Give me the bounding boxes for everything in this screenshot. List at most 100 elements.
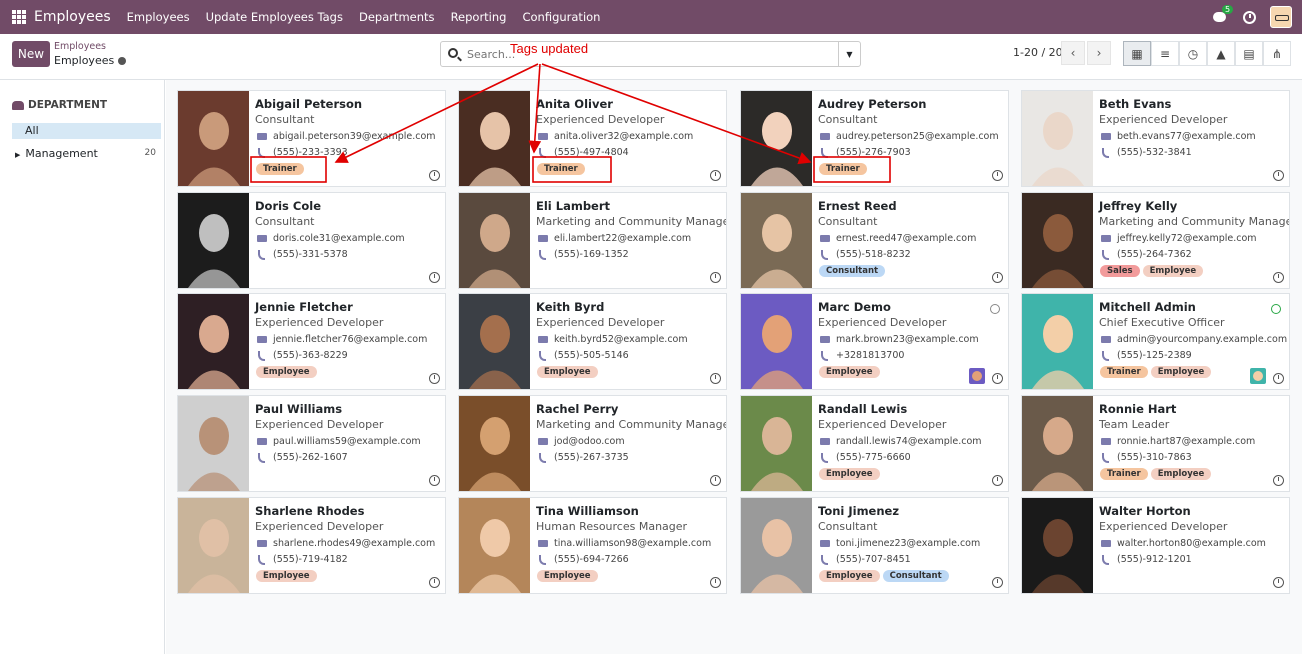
employee-name[interactable]: Walter Horton xyxy=(1099,504,1285,519)
employee-name[interactable]: Paul Williams xyxy=(255,402,441,417)
activity-clock-icon[interactable] xyxy=(992,272,1003,283)
employee-name[interactable]: Abigail Peterson xyxy=(255,97,441,112)
employee-email: walter.horton80@example.com xyxy=(1117,538,1266,549)
chat-icon[interactable]: 5 xyxy=(1213,5,1234,24)
employee-card[interactable]: Paul Williams Experienced Developer paul.w… xyxy=(177,395,446,492)
pager-next-button[interactable]: › xyxy=(1087,41,1111,65)
employee-card[interactable]: Doris Cole Consultant doris.cole31@example… xyxy=(177,192,446,289)
activity-clock-icon[interactable] xyxy=(710,272,721,283)
employee-name[interactable]: Eli Lambert xyxy=(536,199,722,214)
employee-card[interactable]: Rachel Perry Marketing and Community Mana… xyxy=(458,395,727,492)
employee-job-title: Human Resources Manager xyxy=(536,520,688,533)
activity-view-button[interactable]: ◷ xyxy=(1179,41,1207,66)
activity-clock-icon[interactable] xyxy=(710,577,721,588)
new-button[interactable]: New xyxy=(12,41,50,67)
employee-card[interactable]: Toni Jimenez Consultant toni.jimenez23@exa… xyxy=(740,497,1009,594)
envelope-icon xyxy=(820,438,830,445)
activity-clock-icon[interactable] xyxy=(1243,10,1256,24)
hierarchy-view-button[interactable]: ⋔ xyxy=(1263,41,1291,66)
activity-clock-icon[interactable] xyxy=(1273,475,1284,486)
employee-name[interactable]: Tina Williamson xyxy=(536,504,722,519)
activity-clock-icon[interactable] xyxy=(710,373,721,384)
menu-configuration[interactable]: Configuration xyxy=(522,10,600,24)
employee-card[interactable]: Marc Demo Experienced Developer mark.brown… xyxy=(740,293,1009,390)
employee-photo xyxy=(178,294,249,389)
pager-prev-button[interactable]: ‹ xyxy=(1061,41,1085,65)
gear-icon[interactable] xyxy=(118,57,127,65)
employee-name[interactable]: Ronnie Hart xyxy=(1099,402,1285,417)
employee-card[interactable]: Jeffrey Kelly Marketing and Community Man… xyxy=(1021,192,1290,289)
employee-card[interactable]: Audrey Peterson Consultant audrey.peterson… xyxy=(740,90,1009,187)
employee-card[interactable]: Sharlene Rhodes Experienced Developer shar… xyxy=(177,497,446,594)
employee-name[interactable]: Ernest Reed xyxy=(818,199,1004,214)
employee-card[interactable]: Randall Lewis Experienced Developer randal… xyxy=(740,395,1009,492)
activity-clock-icon[interactable] xyxy=(429,373,440,384)
tag-badge: Trainer xyxy=(537,163,585,175)
menu-departments[interactable]: Departments xyxy=(359,10,435,24)
employee-card[interactable]: Abigail Peterson Consultant abigail.peters… xyxy=(177,90,446,187)
breadcrumb-parent[interactable]: Employees xyxy=(54,41,106,52)
employee-card[interactable]: Ronnie Hart Team Leader ronnie.hart87@exam… xyxy=(1021,395,1290,492)
employee-card[interactable]: Keith Byrd Experienced Developer keith.byr… xyxy=(458,293,727,390)
employee-card[interactable]: Ernest Reed Consultant ernest.reed47@examp… xyxy=(740,192,1009,289)
phone-icon xyxy=(821,453,828,463)
graph-view-button[interactable]: ▲ xyxy=(1207,41,1235,66)
employee-card[interactable]: Eli Lambert Marketing and Community Manag… xyxy=(458,192,727,289)
employee-name[interactable]: Jennie Fletcher xyxy=(255,300,441,315)
employee-card[interactable]: Beth Evans Experienced Developer beth.evan… xyxy=(1021,90,1290,187)
employee-name[interactable]: Marc Demo xyxy=(818,300,1004,315)
activity-clock-icon[interactable] xyxy=(429,475,440,486)
employee-name[interactable]: Beth Evans xyxy=(1099,97,1285,112)
activity-clock-icon[interactable] xyxy=(710,475,721,486)
employee-name[interactable]: Mitchell Admin xyxy=(1099,300,1285,315)
activity-clock-icon[interactable] xyxy=(1273,170,1284,181)
employee-card[interactable]: Mitchell Admin Chief Executive Officer adm… xyxy=(1021,293,1290,390)
activity-clock-icon[interactable] xyxy=(992,373,1003,384)
employee-name[interactable]: Doris Cole xyxy=(255,199,441,214)
pager-value[interactable]: 1-20 / 20 xyxy=(1013,46,1063,59)
activity-clock-icon[interactable] xyxy=(710,170,721,181)
sidebar-item-management[interactable]: ▶ Management 20 xyxy=(15,147,156,160)
employee-name[interactable]: Jeffrey Kelly xyxy=(1099,199,1285,214)
employee-name[interactable]: Audrey Peterson xyxy=(818,97,1004,112)
activity-clock-icon[interactable] xyxy=(1273,272,1284,283)
menu-update-employees-tags[interactable]: Update Employees Tags xyxy=(206,10,343,24)
employee-tags: Trainer xyxy=(256,161,307,175)
tag-badge: Employee xyxy=(1150,468,1212,480)
employee-name[interactable]: Toni Jimenez xyxy=(818,504,1004,519)
menu-employees[interactable]: Employees xyxy=(127,10,190,24)
employee-card[interactable]: Tina Williamson Human Resources Manager ti… xyxy=(458,497,727,594)
employee-name[interactable]: Anita Oliver xyxy=(536,97,722,112)
app-grid-icon[interactable] xyxy=(12,10,26,24)
envelope-icon xyxy=(538,235,548,242)
employee-email-line: paul.williams59@example.com xyxy=(255,435,441,449)
search-dropdown-toggle[interactable]: ▼ xyxy=(838,42,860,66)
manager-avatar[interactable] xyxy=(1250,368,1266,384)
activity-clock-icon[interactable] xyxy=(429,170,440,181)
employee-card[interactable]: Jennie Fletcher Experienced Developer jenn… xyxy=(177,293,446,390)
kanban-view-button[interactable]: ▦ xyxy=(1123,41,1151,66)
user-avatar[interactable] xyxy=(1270,6,1292,28)
employee-card[interactable]: Anita Oliver Experienced Developer anita.o… xyxy=(458,90,727,187)
employee-name[interactable]: Randall Lewis xyxy=(818,402,1004,417)
activity-clock-icon[interactable] xyxy=(1273,577,1284,588)
phone-icon xyxy=(821,351,828,361)
activity-clock-icon[interactable] xyxy=(429,577,440,588)
employee-name[interactable]: Rachel Perry xyxy=(536,402,722,417)
pivot-view-button[interactable]: ▤ xyxy=(1235,41,1263,66)
activity-clock-icon[interactable] xyxy=(1273,373,1284,384)
sidebar-item-all[interactable]: All xyxy=(12,123,161,139)
list-view-button[interactable]: ≡ xyxy=(1151,41,1179,66)
manager-avatar[interactable] xyxy=(969,368,985,384)
employee-card[interactable]: Walter Horton Experienced Developer walter… xyxy=(1021,497,1290,594)
app-title[interactable]: Employees xyxy=(34,9,111,25)
employee-photo xyxy=(741,193,812,288)
employee-name[interactable]: Sharlene Rhodes xyxy=(255,504,441,519)
activity-clock-icon[interactable] xyxy=(992,577,1003,588)
menu-reporting[interactable]: Reporting xyxy=(451,10,507,24)
activity-clock-icon[interactable] xyxy=(429,272,440,283)
employee-name[interactable]: Keith Byrd xyxy=(536,300,722,315)
activity-clock-icon[interactable] xyxy=(992,170,1003,181)
activity-clock-icon[interactable] xyxy=(992,475,1003,486)
employee-phone: (555)-310-7863 xyxy=(1117,452,1192,463)
